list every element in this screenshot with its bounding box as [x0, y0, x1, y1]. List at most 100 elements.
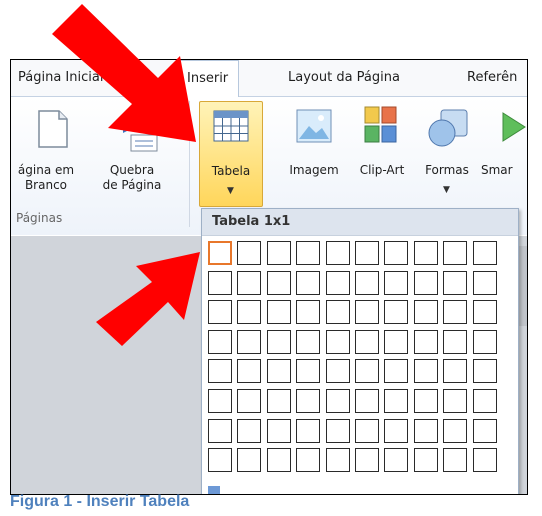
- table-grid-cell[interactable]: [384, 389, 409, 413]
- table-grid-cell[interactable]: [325, 418, 350, 443]
- table-grid-cell[interactable]: [443, 270, 468, 295]
- table-grid-cell[interactable]: [237, 241, 262, 265]
- table-grid-cell[interactable]: [443, 448, 468, 473]
- table-grid-cell[interactable]: [413, 359, 438, 384]
- table-grid-cell[interactable]: [237, 270, 262, 295]
- table-grid-cell[interactable]: [384, 448, 409, 473]
- formas-dropdown-arrow-icon: ▼: [443, 185, 450, 195]
- table-grid-cell[interactable]: [355, 418, 379, 443]
- table-grid-cell[interactable]: [472, 270, 497, 295]
- table-grid-cell[interactable]: [237, 359, 262, 384]
- table-grid-cell[interactable]: [355, 329, 379, 354]
- pagina-em-branco-button[interactable]: ágina em Branco: [11, 163, 81, 193]
- table-grid-cell[interactable]: [208, 418, 232, 443]
- table-grid-cell[interactable]: [472, 448, 497, 473]
- insert-table-header: Tabela 1x1: [202, 209, 518, 236]
- tab-referencias[interactable]: Referên: [467, 60, 517, 96]
- dropdown-arrow-icon: ▼: [227, 186, 234, 196]
- table-grid-cell[interactable]: [237, 300, 262, 325]
- figure-caption: Figura 1 - Inserir Tabela: [10, 493, 190, 510]
- table-grid-cell[interactable]: [413, 329, 438, 354]
- table-grid-cell[interactable]: [413, 300, 438, 325]
- table-grid-cell[interactable]: [296, 300, 321, 325]
- table-grid-cell[interactable]: [472, 329, 497, 354]
- table-grid-cell[interactable]: [266, 448, 291, 473]
- table-grid-cell[interactable]: [443, 329, 468, 354]
- table-grid-cell[interactable]: [237, 418, 262, 443]
- table-grid-cell[interactable]: [443, 389, 468, 413]
- table-grid-cell[interactable]: [296, 329, 321, 354]
- table-grid-cell[interactable]: [413, 448, 438, 473]
- table-grid-cell[interactable]: [443, 241, 468, 265]
- table-grid-cell[interactable]: [413, 241, 438, 265]
- table-grid-cell[interactable]: [413, 418, 438, 443]
- tab-layout-da-pagina[interactable]: Layout da Página: [288, 60, 400, 96]
- table-grid-cell[interactable]: [266, 359, 291, 384]
- table-grid-cell[interactable]: [355, 270, 379, 295]
- table-grid-cell[interactable]: [384, 241, 409, 265]
- table-grid-cell[interactable]: [296, 241, 321, 265]
- table-grid-cell[interactable]: [237, 448, 262, 473]
- picture-icon: [296, 109, 332, 143]
- table-grid-cell[interactable]: [266, 270, 291, 295]
- table-grid-cell[interactable]: [384, 270, 409, 295]
- red-arrow-top: [52, 4, 196, 142]
- table-grid-cell[interactable]: [355, 300, 379, 325]
- screenshot: Página Inicial Inserir Layout da Página …: [0, 0, 542, 516]
- table-grid-cell[interactable]: [384, 300, 409, 325]
- table-grid-cell[interactable]: [325, 359, 350, 384]
- table-grid-cell[interactable]: [325, 389, 350, 413]
- clip-art-button[interactable]: Clip-Art: [347, 163, 417, 178]
- table-grid-cell[interactable]: [266, 241, 291, 265]
- table-grid-cell[interactable]: [472, 389, 497, 413]
- red-arrow-bottom: [96, 252, 200, 346]
- table-grid-cell[interactable]: [296, 270, 321, 295]
- table-grid-cell[interactable]: [413, 270, 438, 295]
- table-grid-cell[interactable]: [355, 448, 379, 473]
- table-grid-cell[interactable]: [296, 448, 321, 473]
- table-grid-cell[interactable]: [472, 300, 497, 325]
- table-grid-cell[interactable]: [472, 241, 497, 265]
- table-grid-cell[interactable]: [355, 241, 379, 265]
- table-grid-cell[interactable]: [355, 389, 379, 413]
- table-grid-cell[interactable]: [443, 359, 468, 384]
- smartart-button[interactable]: Smar: [481, 163, 527, 178]
- table-grid-cell[interactable]: [208, 241, 232, 265]
- clip-art-icon: [364, 106, 397, 143]
- table-grid-cell[interactable]: [208, 389, 232, 413]
- table-grid-cell[interactable]: [237, 389, 262, 413]
- table-grid-cell[interactable]: [266, 300, 291, 325]
- table-grid-cell[interactable]: [266, 389, 291, 413]
- table-grid-cell[interactable]: [266, 418, 291, 443]
- table-grid-cell[interactable]: [355, 359, 379, 384]
- table-grid-cell[interactable]: [443, 418, 468, 443]
- insert-table-dropdown: Tabela 1x1: [201, 208, 519, 494]
- table-grid-cell[interactable]: [325, 448, 350, 473]
- table-grid-cell[interactable]: [266, 329, 291, 354]
- imagem-button[interactable]: Imagem: [281, 163, 347, 178]
- table-grid-cell[interactable]: [208, 329, 232, 354]
- table-grid-cell[interactable]: [384, 329, 409, 354]
- tabela-label: Tabela: [211, 164, 251, 178]
- table-grid-cell[interactable]: [325, 270, 350, 295]
- quebra-de-pagina-button[interactable]: Quebra de Página: [89, 163, 175, 193]
- table-grid-cell[interactable]: [472, 359, 497, 384]
- table-grid-cell[interactable]: [208, 448, 232, 473]
- table-grid-cell[interactable]: [325, 329, 350, 354]
- table-grid-cell[interactable]: [296, 359, 321, 384]
- table-grid-cell[interactable]: [325, 241, 350, 265]
- table-grid-cell[interactable]: [384, 418, 409, 443]
- table-grid-cell[interactable]: [443, 300, 468, 325]
- table-grid-cell[interactable]: [208, 270, 232, 295]
- table-grid-cell[interactable]: [384, 359, 409, 384]
- formas-button[interactable]: Formas: [416, 163, 478, 178]
- table-grid-cell[interactable]: [296, 389, 321, 413]
- shapes-icon: [428, 109, 468, 147]
- table-grid-cell[interactable]: [472, 418, 497, 443]
- table-grid-cell[interactable]: [296, 418, 321, 443]
- table-grid-cell[interactable]: [325, 300, 350, 325]
- table-grid-cell[interactable]: [208, 359, 232, 384]
- table-grid-cell[interactable]: [237, 329, 262, 354]
- table-grid-cell[interactable]: [208, 300, 232, 325]
- table-grid-cell[interactable]: [413, 389, 438, 413]
